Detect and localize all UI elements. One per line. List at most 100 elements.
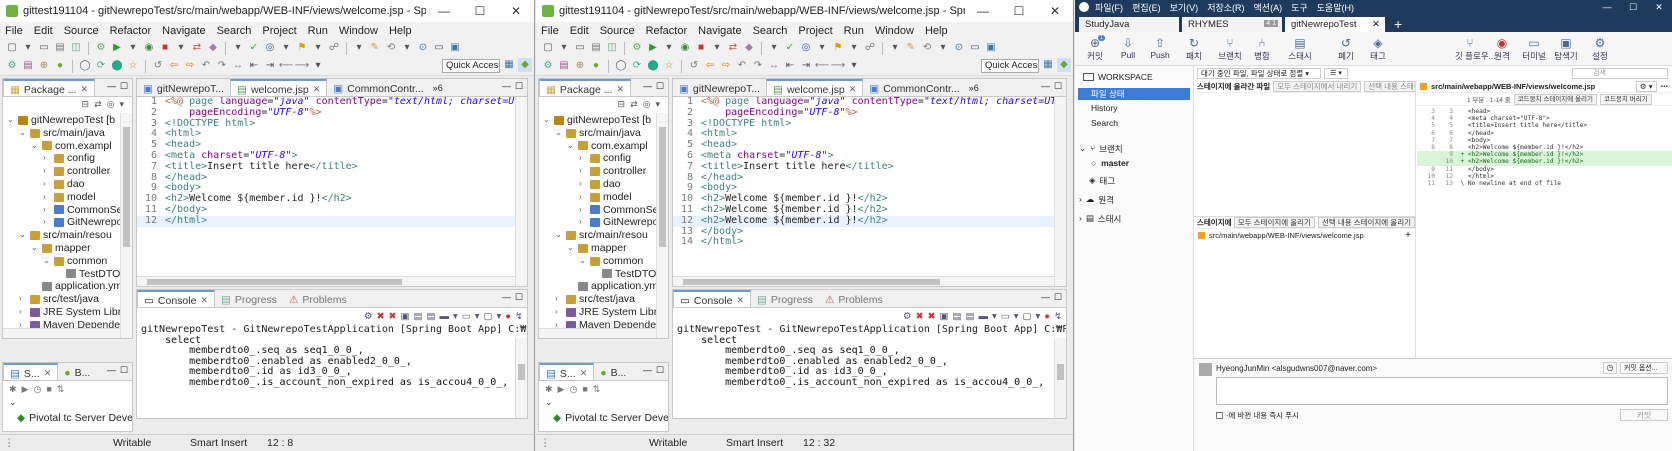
toolbar-tool-icon[interactable]: ⚙ <box>630 41 644 55</box>
toolbar-nav-icon[interactable]: ⬤ <box>646 59 660 73</box>
diff-more-button[interactable]: ⋯ <box>1661 82 1672 91</box>
explorer-hscroll[interactable] <box>3 328 120 338</box>
toolbar-nav-icon[interactable]: ↺ <box>151 59 165 73</box>
toolbar-nav-icon[interactable]: ▤ <box>21 59 35 73</box>
tree-item[interactable]: ⌄ common <box>3 255 132 268</box>
console-toolbar-icon[interactable]: ▤ <box>426 311 435 322</box>
toolbar-tool-icon[interactable]: ■ <box>694 41 708 55</box>
perspective-icon[interactable]: ▦ <box>502 58 516 72</box>
tab-welcome-jsp[interactable]: ▤ welcome.jsp ✕ <box>766 79 864 96</box>
tree-item[interactable]: › GitNewrepo <box>539 216 668 229</box>
st-toolbar-stash-button[interactable]: ▤ 스태시 <box>1285 36 1315 62</box>
minimize-view-icon[interactable]: — <box>107 81 116 91</box>
tab-boot-dashboard[interactable]: ● B... <box>58 363 96 380</box>
tree-item[interactable]: › src/test/java <box>539 293 668 306</box>
chevron-down-icon[interactable]: ⌄ <box>579 255 587 268</box>
toolbar-nav-icon[interactable]: ⟶ <box>295 59 309 73</box>
console-toolbar-icon[interactable]: ▣ <box>940 311 949 322</box>
code-content[interactable]: 1 <%@ page language="java" contentType="t… <box>137 97 515 286</box>
toolbar-tool-icon[interactable]: ✓ <box>783 41 797 55</box>
editor-scrollbar[interactable] <box>1054 97 1066 286</box>
chevron-down-icon[interactable]: ⌄ <box>19 229 27 242</box>
maximize-view-icon[interactable]: ☐ <box>120 81 128 92</box>
server-item[interactable]: ◆ Pivotal tc Server Develo <box>539 412 668 424</box>
toolbar-tool-icon[interactable]: ◎ <box>263 41 277 55</box>
chevron-right-icon[interactable]: › <box>43 216 51 229</box>
toolbar-tool-icon[interactable]: ⇄ <box>190 41 204 55</box>
minimize-view-icon[interactable]: — <box>1041 292 1050 302</box>
st-menu-item[interactable]: 편집(E) <box>1132 1 1161 14</box>
toolbar-nav-icon[interactable]: ● <box>53 59 67 73</box>
sidebar-stashes[interactable]: › ▤ 스태시 <box>1079 213 1121 225</box>
tree-item[interactable]: ⌄ com.exampl <box>539 140 668 153</box>
close-icon[interactable]: ✕ <box>616 84 624 95</box>
toolbar-tool-icon[interactable]: ⚑ <box>295 41 309 55</box>
menu-window[interactable]: Window <box>875 25 914 37</box>
sidebar-item-master[interactable]: ○ master <box>1091 158 1129 168</box>
menu-refactor[interactable]: Refactor <box>110 25 152 37</box>
toolbar-tool-icon[interactable]: ▾ <box>126 41 140 55</box>
console-toolbar-icon[interactable]: ● <box>1044 311 1050 322</box>
file-filter-dropdown[interactable]: 대기 중인 파일, 파일 상태로 정렬 ▾ <box>1197 68 1321 79</box>
toolbar-tool-icon[interactable]: ◎ <box>799 41 813 55</box>
tab-servers[interactable]: ▤ S... ✕ <box>539 363 595 380</box>
st-toolbar-settings-button[interactable]: ⚙ 설정 <box>1585 36 1615 62</box>
toolbar-nav-icon[interactable]: ⚙ <box>5 59 19 73</box>
tree-item[interactable]: TestDTO. <box>3 268 132 281</box>
chevron-down-icon[interactable]: ⌄ <box>19 127 27 140</box>
toolbar-tool-icon[interactable]: ▾ <box>710 41 724 55</box>
console-scrollbar[interactable] <box>1054 338 1066 418</box>
chevron-down-icon[interactable]: ⌄ <box>43 255 51 268</box>
sidebar-remotes[interactable]: › ☁ 원격 <box>1079 194 1114 206</box>
console-toolbar-icon[interactable]: ▤ <box>965 311 974 322</box>
spring-perspective-icon[interactable]: ◆ <box>518 58 532 72</box>
console-toolbar-icon[interactable]: ✖ <box>928 311 936 322</box>
quick-access-input[interactable]: Quick Access <box>981 59 1039 73</box>
chevron-right-icon[interactable]: › <box>579 178 587 191</box>
tab-package-explorer[interactable]: ▦ Package ... ✕ <box>3 79 95 96</box>
chevron-right-icon[interactable]: › <box>43 204 51 217</box>
maximize-view-icon[interactable]: ☐ <box>1054 292 1062 303</box>
toolbar-tool-icon[interactable]: ▶ <box>646 41 660 55</box>
tree-item[interactable]: › dao <box>3 178 132 191</box>
toolbar-tool-icon[interactable]: ⊙ <box>952 41 966 55</box>
toolbar-tool-icon[interactable]: ◫ <box>605 41 619 55</box>
toolbar-tool-icon[interactable]: ▾ <box>174 41 188 55</box>
st-toolbar-git-flow-button[interactable]: ⑂ 깃 플로우... <box>1455 36 1496 62</box>
toolbar-tool-icon[interactable]: ⚙ <box>94 41 108 55</box>
toolbar-tool-icon[interactable]: ◆ <box>206 41 220 55</box>
toolbar-tool-icon[interactable]: ▢ <box>541 41 555 55</box>
toolbar-nav-icon[interactable]: ⚙ <box>541 59 555 73</box>
minimize-view-icon[interactable]: — <box>1041 81 1050 91</box>
toolbar-tool-icon[interactable]: ▣ <box>984 41 998 55</box>
maximize-view-icon[interactable]: ☐ <box>656 365 664 376</box>
toolbar-tool-icon[interactable]: ⚑ <box>831 41 845 55</box>
st-menu-item[interactable]: 보기(V) <box>1170 1 1199 14</box>
toolbar-tool-icon[interactable]: ◉ <box>142 41 156 55</box>
start-icon[interactable]: ▶ <box>558 384 565 395</box>
console-scrollbar[interactable] <box>515 338 527 418</box>
spring-perspective-icon[interactable]: ◆ <box>1057 58 1071 72</box>
toolbar-nav-icon[interactable]: ⇤ <box>783 59 797 73</box>
toolbar-tool-icon[interactable]: ▾ <box>888 41 902 55</box>
toolbar-tool-icon[interactable]: ◫ <box>69 41 83 55</box>
toolbar-nav-icon[interactable]: ⇦ <box>703 59 717 73</box>
toolbar-tool-icon[interactable]: ▾ <box>936 41 950 55</box>
chevron-down-icon[interactable]: ⌄ <box>539 397 668 408</box>
toolbar-tool-icon[interactable]: ▭ <box>968 41 982 55</box>
view-menu-icon[interactable]: ▾ <box>119 99 124 110</box>
chevron-right-icon[interactable]: › <box>43 191 51 204</box>
tree-item[interactable]: application.ym <box>539 280 668 293</box>
close-tab-icon[interactable]: ✕ <box>1372 19 1380 30</box>
commit-message-input[interactable] <box>1216 377 1668 405</box>
collapse-all-icon[interactable]: ⊟ <box>82 99 90 110</box>
console-toolbar-icon[interactable]: ▬ <box>439 311 449 322</box>
toolbar-nav-icon[interactable]: ◯ <box>78 59 92 73</box>
toolbar-nav-icon[interactable]: ⊕ <box>37 59 51 73</box>
unstage-selected-button[interactable]: 선택 내용 스테이지에서 내리기 <box>1364 81 1415 92</box>
stage-hunk-button[interactable]: 코드뭉치 스테이지에 올리기 <box>1513 93 1597 105</box>
chevron-right-icon[interactable]: › <box>579 165 587 178</box>
toolbar-nav-icon[interactable]: ↔ <box>231 59 245 73</box>
menu-help[interactable]: Help <box>389 25 412 37</box>
tree-item[interactable]: ⌄ common <box>539 255 668 268</box>
